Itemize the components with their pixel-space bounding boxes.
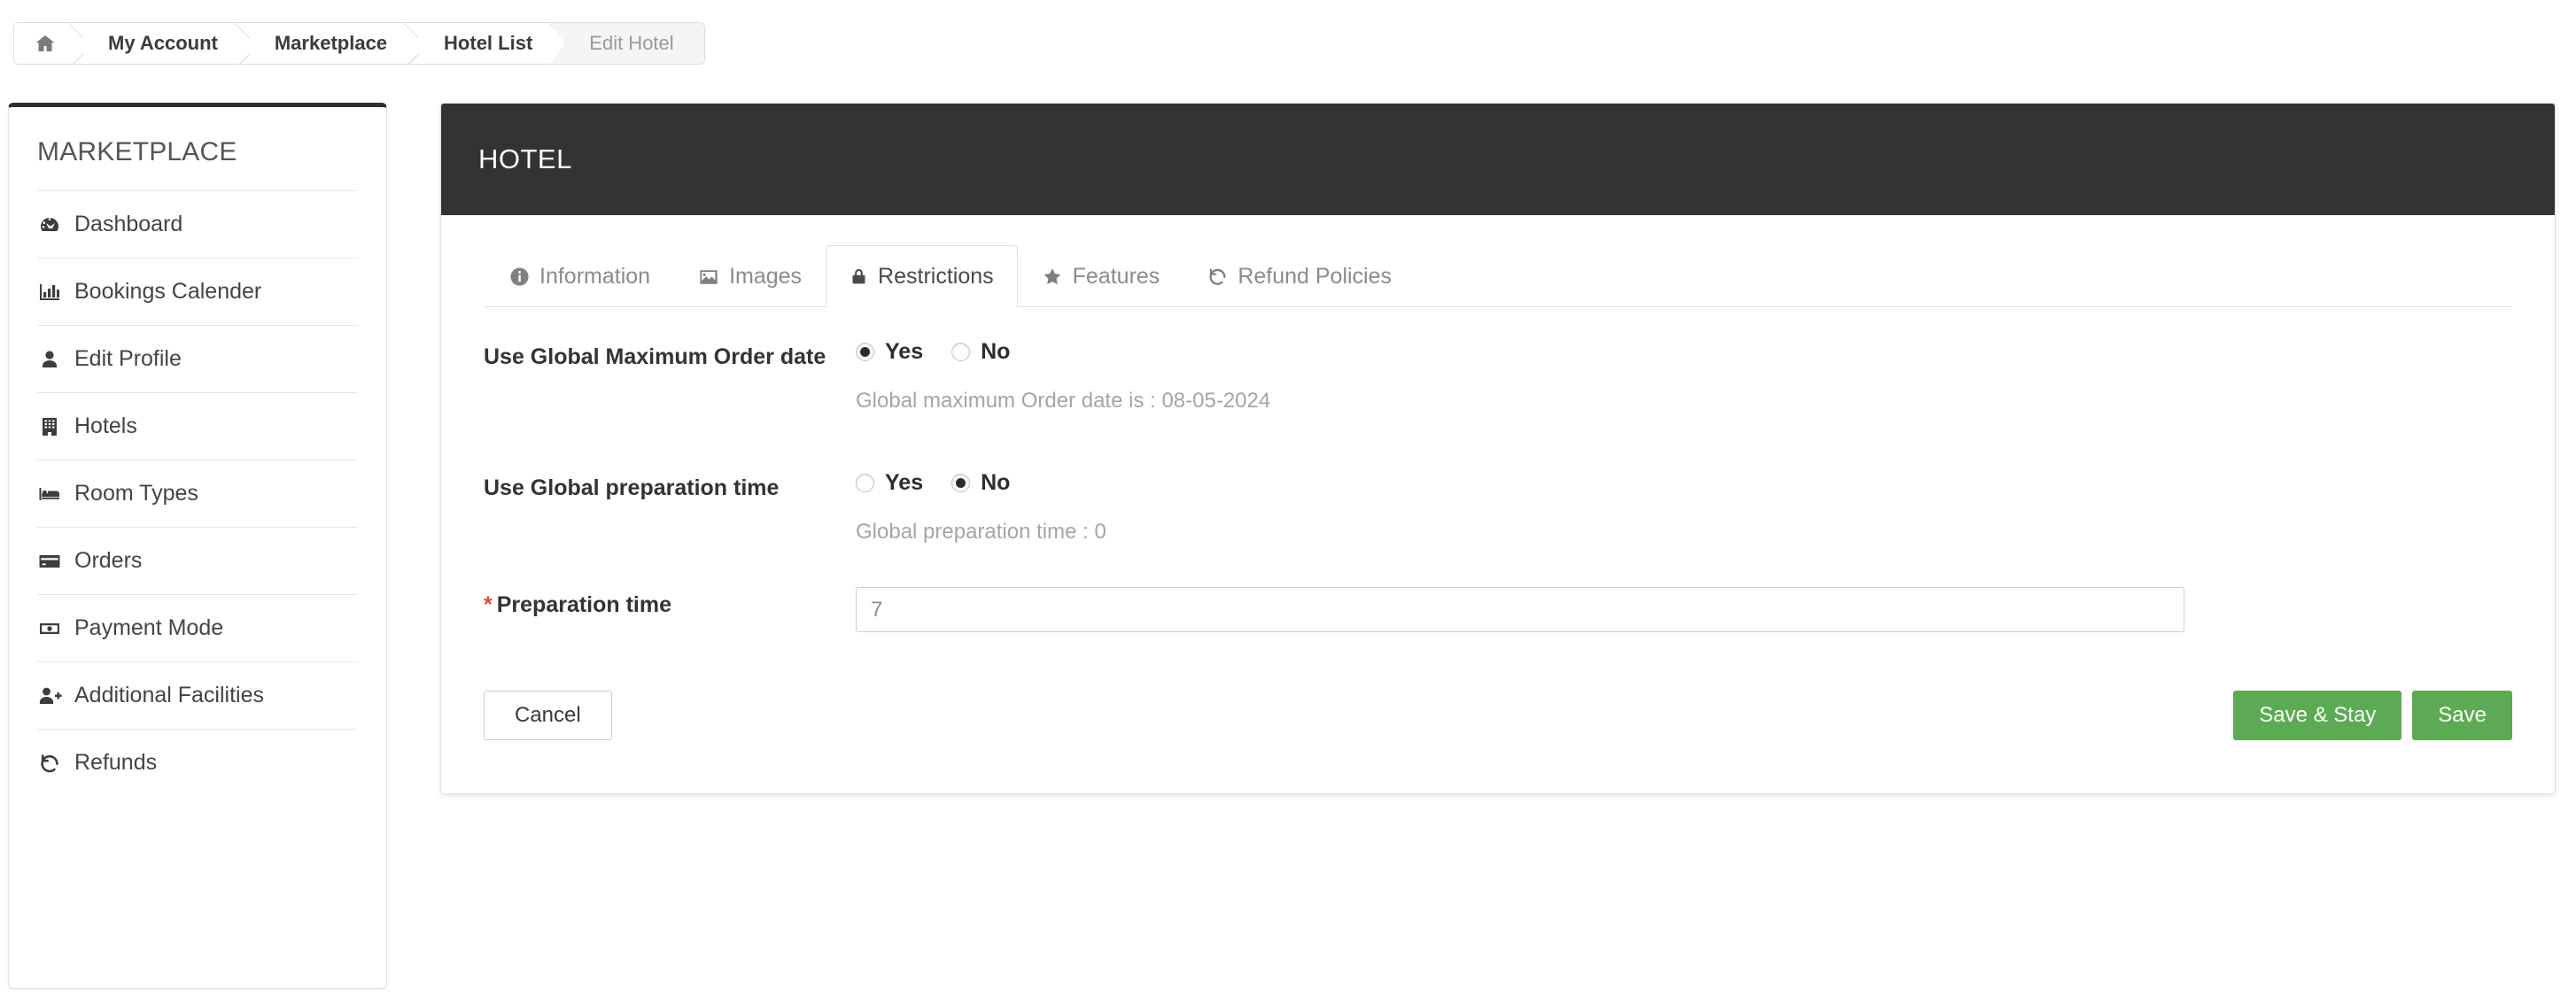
global-preparation-time-yes-option[interactable]: Yes [856, 470, 923, 496]
radio-no[interactable] [951, 474, 971, 492]
page-title: HOTEL [478, 143, 572, 174]
tab-images[interactable]: Images [674, 245, 826, 307]
hotel-panel: HOTEL Information Images Restrictions Fe… [440, 103, 2556, 794]
global-preparation-time-label: Use Global preparation time [484, 475, 780, 500]
form-row-global-preparation-time: Use Global preparation time Yes No Globa… [484, 413, 2512, 545]
breadcrumb-label: Edit Hotel [589, 32, 674, 54]
undo-icon [1207, 267, 1228, 287]
breadcrumb-item-my-account[interactable]: My Account [83, 23, 250, 64]
tab-bar: Information Images Restrictions Features [484, 245, 2512, 307]
tab-label: Refund Policies [1238, 264, 1393, 289]
global-preparation-time-no-option[interactable]: No [951, 470, 1010, 496]
save-and-stay-button[interactable]: Save & Stay [2233, 691, 2402, 740]
sidebar-item-bookings-calender[interactable]: Bookings Calender [37, 258, 358, 325]
sidebar-title: MARKETPLACE [37, 137, 237, 166]
radio-yes[interactable] [856, 343, 874, 361]
sidebar-item-label: Payment Mode [74, 615, 224, 640]
sidebar-item-label: Edit Profile [74, 346, 182, 371]
info-circle-icon [509, 267, 530, 287]
building-icon [37, 415, 62, 438]
restrictions-form: Use Global Maximum Order date Yes No Glo… [484, 307, 2512, 740]
tab-refund-policies[interactable]: Refund Policies [1183, 245, 1416, 307]
sidebar-item-hotels[interactable]: Hotels [37, 392, 358, 460]
breadcrumb-item-edit-hotel: Edit Hotel [564, 23, 704, 64]
sidebar: MARKETPLACE Dashboard Bookings Calender … [8, 103, 387, 989]
sidebar-item-orders[interactable]: Orders [37, 527, 358, 594]
breadcrumb-item-marketplace[interactable]: Marketplace [249, 23, 420, 64]
tab-restrictions[interactable]: Restrictions [826, 245, 1018, 307]
radio-yes-label: Yes [885, 470, 924, 495]
home-icon [34, 33, 57, 54]
sidebar-item-additional-facilities[interactable]: Additional Facilities [37, 661, 358, 729]
user-icon [37, 348, 62, 371]
preparation-time-input[interactable]: 7 [856, 587, 2184, 632]
image-icon [698, 267, 719, 287]
breadcrumb-home[interactable] [14, 23, 83, 64]
sidebar-item-room-types[interactable]: Room Types [37, 460, 358, 527]
star-icon [1042, 267, 1063, 287]
cancel-button[interactable]: Cancel [484, 691, 612, 740]
tab-information[interactable]: Information [485, 245, 674, 307]
sidebar-item-label: Refunds [74, 750, 158, 775]
sidebar-item-label: Orders [74, 548, 143, 573]
breadcrumb-item-hotel-list[interactable]: Hotel List [419, 23, 565, 64]
sidebar-item-payment-mode[interactable]: Payment Mode [37, 594, 358, 661]
radio-no[interactable] [951, 343, 971, 361]
sidebar-item-label: Dashboard [74, 212, 183, 236]
tab-features[interactable]: Features [1018, 245, 1184, 307]
form-row-max-order-date: Use Global Maximum Order date Yes No Glo… [484, 323, 2512, 413]
global-preparation-time-radio-group: Yes No [856, 470, 2512, 496]
max-order-date-yes-option[interactable]: Yes [856, 339, 923, 365]
preparation-time-label: * Preparation time [484, 571, 856, 620]
radio-yes[interactable] [856, 474, 874, 492]
sidebar-item-refunds[interactable]: Refunds [37, 729, 358, 796]
required-marker: * [484, 592, 493, 617]
breadcrumb-label: My Account [108, 32, 218, 54]
radio-no-label: No [981, 339, 1011, 364]
sidebar-item-label: Hotels [74, 413, 137, 438]
max-order-date-hint: Global maximum Order date is : 08-05-202… [856, 389, 1271, 413]
tab-label: Restrictions [878, 264, 994, 289]
breadcrumb: My Account Marketplace Hotel List Edit H… [13, 22, 705, 65]
tab-label: Images [729, 264, 803, 289]
save-button[interactable]: Save [2412, 691, 2512, 740]
bed-icon [37, 483, 62, 506]
bar-chart-icon [37, 281, 62, 304]
max-order-date-label: Use Global Maximum Order date [484, 344, 826, 369]
max-order-date-no-option[interactable]: No [951, 339, 1010, 365]
panel-header: HOTEL [441, 104, 2555, 215]
sidebar-item-label: Additional Facilities [74, 683, 264, 707]
form-row-preparation-time: * Preparation time 7 [484, 545, 2512, 632]
save-button-group: Save & Stay Save [2233, 691, 2512, 740]
lock-icon [850, 267, 868, 287]
preparation-time-label-text: Preparation time [496, 592, 672, 617]
radio-yes-label: Yes [885, 339, 924, 364]
sidebar-item-label: Room Types [74, 481, 198, 506]
user-plus-icon [37, 684, 62, 707]
sidebar-item-label: Bookings Calender [74, 279, 262, 304]
tab-label: Features [1072, 264, 1160, 289]
breadcrumb-label: Hotel List [444, 32, 533, 54]
credit-card-icon [37, 550, 62, 573]
panel-body: Information Images Restrictions Features [441, 245, 2555, 793]
money-bill-icon [37, 617, 62, 640]
radio-no-label: No [981, 470, 1011, 495]
global-preparation-time-hint: Global preparation time : 0 [856, 520, 1106, 544]
form-footer: Cancel Save & Stay Save [484, 632, 2512, 740]
tab-label: Information [539, 264, 651, 289]
max-order-date-radio-group: Yes No [856, 339, 2512, 365]
undo-icon [37, 752, 62, 775]
sidebar-item-edit-profile[interactable]: Edit Profile [37, 325, 358, 392]
breadcrumb-label: Marketplace [274, 32, 388, 54]
sidebar-item-dashboard[interactable]: Dashboard [37, 190, 358, 258]
dashboard-icon [37, 213, 62, 236]
